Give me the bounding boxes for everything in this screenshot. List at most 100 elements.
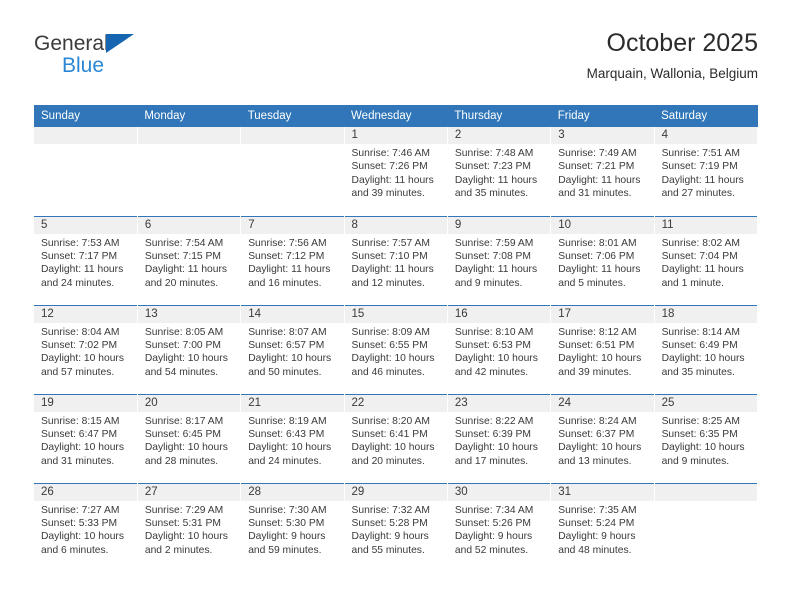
calendar-day-cell[interactable]: 26 Sunrise: 7:27 AM Sunset: 5:33 PM Dayligh… [34,482,138,573]
title-block: October 2025 Marquain, Wallonia, Belgium [587,28,758,82]
daylight-text: Daylight: 10 hours and 2 minutes. [144,531,228,556]
calendar-day-cell[interactable]: 7 Sunrise: 7:56 AM Sunset: 7:12 PM Daylight… [240,215,345,305]
sunrise-text: Sunrise: 8:19 AM [248,415,327,427]
sunset-text: Sunset: 7:10 PM [351,250,428,262]
day-sun-info: Sunrise: 7:51 AM Sunset: 7:19 PM Daylight:… [655,144,757,201]
calendar-day-cell[interactable]: 4 Sunrise: 7:51 AM Sunset: 7:19 PM Daylight… [654,127,759,216]
day-number: 10 [551,216,654,234]
daylight-text: Daylight: 10 hours and 46 minutes. [351,353,435,378]
day-cell-inner: 18 Sunrise: 8:14 AM Sunset: 6:49 PM Dayligh… [654,305,757,394]
day-number: 16 [447,305,551,323]
sunrise-text: Sunrise: 7:57 AM [351,237,430,249]
daylight-text: Daylight: 10 hours and 50 minutes. [248,353,332,378]
sunrise-text: Sunrise: 8:05 AM [144,326,224,338]
day-cell-inner [137,127,241,216]
day-cell-inner: 25 Sunrise: 8:25 AM Sunset: 6:35 PM Dayligh… [654,394,757,483]
calendar-day-cell[interactable]: 6 Sunrise: 7:54 AM Sunset: 7:15 PM Daylight… [137,215,242,305]
day-sun-info: Sunrise: 7:46 AM Sunset: 7:26 PM Daylight:… [345,144,447,201]
daylight-text: Daylight: 9 hours and 48 minutes. [558,531,636,556]
daylight-text: Daylight: 9 hours and 55 minutes. [351,531,429,556]
calendar-day-cell[interactable]: 31 Sunrise: 7:35 AM Sunset: 5:24 PM Dayligh… [550,482,655,573]
sunset-text: Sunset: 6:51 PM [558,339,635,351]
sunrise-text: Sunrise: 7:35 AM [558,504,637,516]
daylight-text: Daylight: 11 hours and 9 minutes. [454,264,538,289]
calendar-day-cell[interactable]: 25 Sunrise: 8:25 AM Sunset: 6:35 PM Dayligh… [654,393,759,483]
calendar-day-cell[interactable]: 24 Sunrise: 8:24 AM Sunset: 6:37 PM Dayligh… [550,393,655,483]
calendar-day-cell[interactable]: 23 Sunrise: 8:22 AM Sunset: 6:39 PM Dayligh… [447,393,552,483]
day-sun-info: Sunrise: 8:12 AM Sunset: 6:51 PM Daylight:… [551,323,653,380]
calendar-day-cell[interactable]: 15 Sunrise: 8:09 AM Sunset: 6:55 PM Dayligh… [344,304,448,394]
calendar-day-cell[interactable]: 27 Sunrise: 7:29 AM Sunset: 5:31 PM Dayligh… [137,482,242,573]
sunset-text: Sunset: 6:45 PM [144,428,221,440]
sunrise-text: Sunrise: 8:14 AM [661,326,740,338]
calendar-day-cell[interactable]: 20 Sunrise: 8:17 AM Sunset: 6:45 PM Dayligh… [137,393,242,483]
calendar-day-cell[interactable]: 10 Sunrise: 8:01 AM Sunset: 7:06 PM Dayligh… [550,215,655,305]
calendar-week-row: 19 Sunrise: 8:15 AM Sunset: 6:47 PM Dayligh… [34,393,759,483]
day-sun-info: Sunrise: 8:09 AM Sunset: 6:55 PM Daylight:… [345,323,447,380]
calendar-day-cell[interactable]: 19 Sunrise: 8:15 AM Sunset: 6:47 PM Dayligh… [34,393,138,483]
calendar-day-cell[interactable]: 9 Sunrise: 7:59 AM Sunset: 7:08 PM Daylight… [447,215,552,305]
sunset-text: Sunset: 5:31 PM [144,517,221,529]
calendar-day-cell[interactable]: 30 Sunrise: 7:34 AM Sunset: 5:26 PM Dayligh… [447,482,552,573]
sunset-text: Sunset: 6:53 PM [454,339,532,351]
sunset-text: Sunset: 6:43 PM [248,428,325,440]
calendar-day-cell[interactable]: 22 Sunrise: 8:20 AM Sunset: 6:41 PM Dayligh… [344,393,448,483]
calendar-day-cell[interactable]: 17 Sunrise: 8:12 AM Sunset: 6:51 PM Dayligh… [550,304,655,394]
day-number: 3 [551,127,654,144]
calendar-day-cell[interactable]: 21 Sunrise: 8:19 AM Sunset: 6:43 PM Dayligh… [240,393,345,483]
daylight-text: Daylight: 10 hours and 20 minutes. [351,442,435,467]
day-sun-info: Sunrise: 8:20 AM Sunset: 6:41 PM Daylight:… [345,412,447,469]
daylight-text: Daylight: 10 hours and 35 minutes. [661,353,745,378]
daylight-text: Daylight: 10 hours and 24 minutes. [248,442,332,467]
daylight-text: Daylight: 9 hours and 59 minutes. [248,531,326,556]
sunrise-text: Sunrise: 7:27 AM [41,504,120,516]
sunset-text: Sunset: 7:26 PM [351,161,428,173]
day-number: 29 [344,483,447,501]
day-number: 5 [34,216,137,234]
day-number: 11 [654,216,757,234]
daylight-text: Daylight: 11 hours and 12 minutes. [351,264,434,289]
calendar-day-cell[interactable]: 8 Sunrise: 7:57 AM Sunset: 7:10 PM Daylight… [344,215,448,305]
daylight-text: Daylight: 11 hours and 35 minutes. [454,174,538,200]
calendar-day-cell[interactable]: 12 Sunrise: 8:04 AM Sunset: 7:02 PM Dayligh… [34,304,138,394]
calendar-day-cell[interactable]: 13 Sunrise: 8:05 AM Sunset: 7:00 PM Dayligh… [137,304,242,394]
day-number: 24 [551,394,654,412]
day-number: 26 [34,483,137,501]
daylight-text: Daylight: 10 hours and 39 minutes. [558,353,642,378]
calendar-week-row: 1 Sunrise: 7:46 AM Sunset: 7:26 PM Daylight… [34,127,759,216]
calendar-day-cell[interactable]: 29 Sunrise: 7:32 AM Sunset: 5:28 PM Dayligh… [344,482,448,573]
weekday-header-monday: Monday [137,105,241,127]
day-cell-inner: 16 Sunrise: 8:10 AM Sunset: 6:53 PM Dayligh… [447,305,551,394]
calendar-day-cell[interactable]: 28 Sunrise: 7:30 AM Sunset: 5:30 PM Dayligh… [240,482,345,573]
calendar-day-cell[interactable]: 1 Sunrise: 7:46 AM Sunset: 7:26 PM Daylight… [344,127,448,216]
calendar-day-cell[interactable]: 2 Sunrise: 7:48 AM Sunset: 7:23 PM Daylight… [447,127,552,216]
sunset-text: Sunset: 6:47 PM [41,428,118,440]
calendar-day-cell[interactable]: 14 Sunrise: 8:07 AM Sunset: 6:57 PM Dayligh… [240,304,345,394]
calendar-day-cell[interactable]: 11 Sunrise: 8:02 AM Sunset: 7:04 PM Dayligh… [654,215,759,305]
day-sun-info: Sunrise: 7:27 AM Sunset: 5:33 PM Daylight:… [34,501,137,558]
sunset-text: Sunset: 7:23 PM [454,161,532,173]
daylight-text: Daylight: 11 hours and 16 minutes. [248,264,331,289]
day-sun-info: Sunrise: 8:19 AM Sunset: 6:43 PM Daylight:… [241,412,343,469]
calendar-day-cell[interactable]: 16 Sunrise: 8:10 AM Sunset: 6:53 PM Dayligh… [447,304,552,394]
calendar-day-cell[interactable]: 3 Sunrise: 7:49 AM Sunset: 7:21 PM Daylight… [550,127,655,216]
logo-general-blue[interactable]: General Blue [34,32,164,88]
sunset-text: Sunset: 7:21 PM [558,161,635,173]
day-sun-info: Sunrise: 7:48 AM Sunset: 7:23 PM Daylight:… [448,144,550,201]
calendar-day-cell[interactable]: 18 Sunrise: 8:14 AM Sunset: 6:49 PM Dayligh… [654,304,759,394]
calendar-day-cell-empty [137,127,242,216]
sunset-text: Sunset: 6:35 PM [661,428,738,440]
sunrise-text: Sunrise: 8:07 AM [248,326,327,338]
daylight-text: Daylight: 10 hours and 9 minutes. [661,442,745,467]
sunrise-text: Sunrise: 8:10 AM [454,326,534,338]
calendar-day-cell[interactable]: 5 Sunrise: 7:53 AM Sunset: 7:17 PM Daylight… [34,215,138,305]
calendar-week-row: 5 Sunrise: 7:53 AM Sunset: 7:17 PM Daylight… [34,215,759,305]
day-sun-info: Sunrise: 7:54 AM Sunset: 7:15 PM Daylight:… [138,234,240,291]
sunrise-text: Sunrise: 8:22 AM [454,415,534,427]
sunrise-text: Sunrise: 8:01 AM [558,237,637,249]
weekday-header-saturday: Saturday [654,105,758,127]
sunrise-text: Sunrise: 7:54 AM [144,237,224,249]
sunrise-text: Sunrise: 8:24 AM [558,415,637,427]
daylight-text: Daylight: 10 hours and 54 minutes. [144,353,228,378]
day-cell-inner [654,483,757,572]
